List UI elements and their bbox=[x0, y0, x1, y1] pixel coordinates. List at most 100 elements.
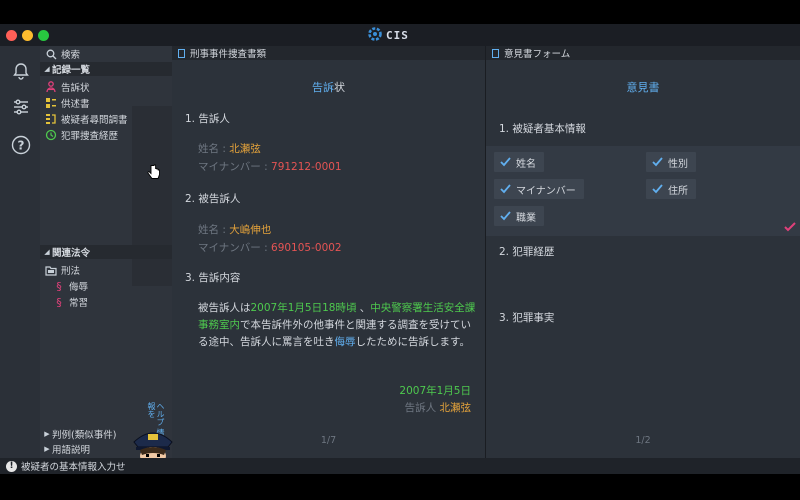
section-complaint-content: 3. 告訴内容 bbox=[185, 272, 241, 284]
records-section-header[interactable]: ◢ 記録一覧 bbox=[40, 62, 172, 76]
sidebar-item-history[interactable]: 犯罪捜査経歴 bbox=[40, 128, 172, 142]
expand-triangle-icon: ▶ bbox=[44, 430, 50, 438]
accused-name[interactable]: 大嶋伸也 bbox=[229, 224, 271, 236]
document-title-rest: 状 bbox=[334, 81, 345, 94]
checkmark-icon bbox=[652, 184, 663, 194]
accused-id[interactable]: 690105-0002 bbox=[271, 242, 342, 254]
checkbox-group: 姓名 性別 マイナンバー 住所 職業 bbox=[486, 146, 800, 236]
opinion-title-text: 意見書 bbox=[626, 81, 660, 94]
sidebar-item-statement[interactable]: 供述書 bbox=[40, 96, 172, 110]
hand-cursor-icon bbox=[147, 164, 161, 183]
section-icon: § bbox=[56, 295, 62, 309]
sidebar-item-label: 供述書 bbox=[61, 99, 90, 110]
records-header-label: 記録一覧 bbox=[52, 65, 91, 76]
accused-name-row: 姓名 : 大嶋伸也 bbox=[198, 222, 271, 237]
checkbox-label: マイナンバー bbox=[516, 185, 576, 197]
sidebar-item-label: 刑法 bbox=[61, 266, 81, 277]
close-window-button[interactable] bbox=[6, 30, 17, 41]
sidebar-item-label: 告訴状 bbox=[61, 83, 90, 94]
sidebar-item-insult[interactable]: § 侮辱 bbox=[40, 279, 172, 294]
right-page-indicator: 1/2 bbox=[635, 435, 651, 446]
sidebar-item-label: 判例(類似事件) bbox=[52, 430, 117, 441]
opinion-form-panel: 意見書フォーム 意見書 1. 被疑者基本情報 姓名 性別 マイナンバー 住所 職… bbox=[486, 46, 800, 458]
collapse-triangle-icon: ◢ bbox=[44, 65, 50, 73]
field-label: 姓名 : bbox=[198, 224, 230, 236]
checkbox-label: 性別 bbox=[668, 158, 688, 170]
section-accused: 2. 被告訴人 bbox=[185, 193, 241, 205]
sidebar-item-criminal-law[interactable]: 刑法 bbox=[40, 263, 172, 277]
status-bar: ! 被疑者の基本情報入力せ bbox=[0, 458, 800, 474]
laws-section-header[interactable]: ◢ 関連法令 bbox=[40, 245, 172, 259]
bell-icon[interactable] bbox=[10, 60, 32, 82]
expand-triangle-icon: ▶ bbox=[44, 445, 50, 453]
checkmark-icon bbox=[500, 157, 511, 167]
document-icon bbox=[492, 48, 499, 58]
section-criminal-record: 2. 犯罪経歴 bbox=[499, 246, 555, 258]
sidebar-item-label: 被疑者尋問調書 bbox=[61, 115, 128, 126]
warning-icon: ! bbox=[6, 460, 17, 472]
checkmark-icon bbox=[500, 211, 511, 221]
sidebar-search[interactable]: 検索 bbox=[40, 47, 172, 61]
app-logo: CIS bbox=[368, 27, 409, 44]
checkbox-name[interactable]: 姓名 bbox=[494, 152, 544, 172]
activity-bar: ? bbox=[0, 46, 40, 458]
complainant-id[interactable]: 791212-0001 bbox=[271, 161, 342, 173]
field-label: マイナンバー : bbox=[198, 242, 272, 254]
checkbox-gender[interactable]: 性別 bbox=[646, 152, 696, 172]
body-text: したために告訴します。 bbox=[355, 336, 470, 348]
history-icon bbox=[44, 129, 58, 141]
complainant-name[interactable]: 北瀬弦 bbox=[229, 143, 261, 155]
checkbox-label: 姓名 bbox=[516, 158, 536, 170]
sidebar-item-label: 常習 bbox=[69, 298, 89, 309]
person-icon bbox=[44, 81, 58, 93]
left-panel-tab-label: 刑事事件捜査書類 bbox=[190, 49, 267, 60]
sidebar-item-complaint[interactable]: 告訴状 bbox=[40, 80, 172, 94]
sliders-icon[interactable] bbox=[10, 96, 32, 118]
insult-keyword[interactable]: 侮辱 bbox=[335, 336, 356, 348]
minimize-window-button[interactable] bbox=[22, 30, 33, 41]
field-label: マイナンバー : bbox=[198, 161, 272, 173]
checkmark-icon bbox=[500, 184, 511, 194]
checkbox-label: 職業 bbox=[516, 212, 536, 224]
complaint-body: 被告訴人は2007年1月5日18時頃 、中央警察署生活安全課事務室内で本告訴件外… bbox=[198, 300, 480, 351]
right-panel-tab[interactable]: 意見書フォーム bbox=[486, 46, 800, 60]
accused-id-row: マイナンバー : 690105-0002 bbox=[198, 240, 342, 255]
folder-icon bbox=[44, 264, 58, 276]
left-panel-tab[interactable]: 刑事事件捜査書類 bbox=[172, 46, 485, 60]
cis-logo-icon bbox=[368, 27, 382, 44]
section-complete-check-icon bbox=[784, 222, 796, 235]
maximize-window-button[interactable] bbox=[38, 30, 49, 41]
signature-label: 告訴人 bbox=[404, 402, 440, 414]
checkbox-my-number[interactable]: マイナンバー bbox=[494, 179, 584, 199]
complainant-name-row: 姓名 : 北瀬弦 bbox=[198, 141, 261, 156]
checkbox-address[interactable]: 住所 bbox=[646, 179, 696, 199]
sidebar-item-label: 犯罪捜査経歴 bbox=[61, 131, 119, 142]
app-title: CIS bbox=[386, 29, 409, 42]
section-criminal-facts: 3. 犯罪事実 bbox=[499, 312, 555, 324]
signature-name[interactable]: 北瀬弦 bbox=[440, 402, 472, 414]
checkmark-icon bbox=[652, 157, 663, 167]
complaint-document-panel: 刑事事件捜査書類 告訴状 1. 告訴人 姓名 : 北瀬弦 マイナンバー : 79… bbox=[172, 46, 485, 458]
sidebar-item-label: 侮辱 bbox=[69, 282, 89, 293]
left-page-indicator: 1/7 bbox=[320, 435, 337, 446]
sidebar-item-habitual[interactable]: § 常習 bbox=[40, 295, 172, 310]
complainant-id-row: マイナンバー : 791212-0001 bbox=[198, 159, 342, 174]
sidebar-item-label: 用語説明 bbox=[52, 445, 91, 456]
sidebar: 検索 ◢ 記録一覧 告訴状 供述書 被疑者尋問調書 犯罪捜査経歴 ◢ 関連法令 bbox=[40, 46, 172, 458]
sidebar-item-interrogation[interactable]: 被疑者尋問調書 bbox=[40, 112, 172, 126]
checkbox-occupation[interactable]: 職業 bbox=[494, 206, 544, 226]
laws-header-label: 関連法令 bbox=[52, 248, 91, 259]
right-panel-tab-label: 意見書フォーム bbox=[504, 49, 571, 60]
search-label: 検索 bbox=[61, 50, 81, 61]
help-icon[interactable]: ? bbox=[10, 134, 32, 156]
body-text: 、 bbox=[356, 302, 371, 314]
document-icon bbox=[178, 48, 185, 58]
checkbox-label: 住所 bbox=[668, 185, 688, 197]
document-title-highlight[interactable]: 告訴 bbox=[312, 81, 334, 94]
signature-date[interactable]: 2007年1月5日 bbox=[399, 383, 471, 398]
section-suspect-info: 1. 被疑者基本情報 bbox=[499, 123, 586, 135]
statement-icon bbox=[44, 97, 58, 109]
interrogation-icon bbox=[44, 113, 58, 125]
incident-datetime[interactable]: 2007年1月5日18時頃 bbox=[251, 302, 357, 314]
opinion-title: 意見書 bbox=[486, 79, 800, 95]
